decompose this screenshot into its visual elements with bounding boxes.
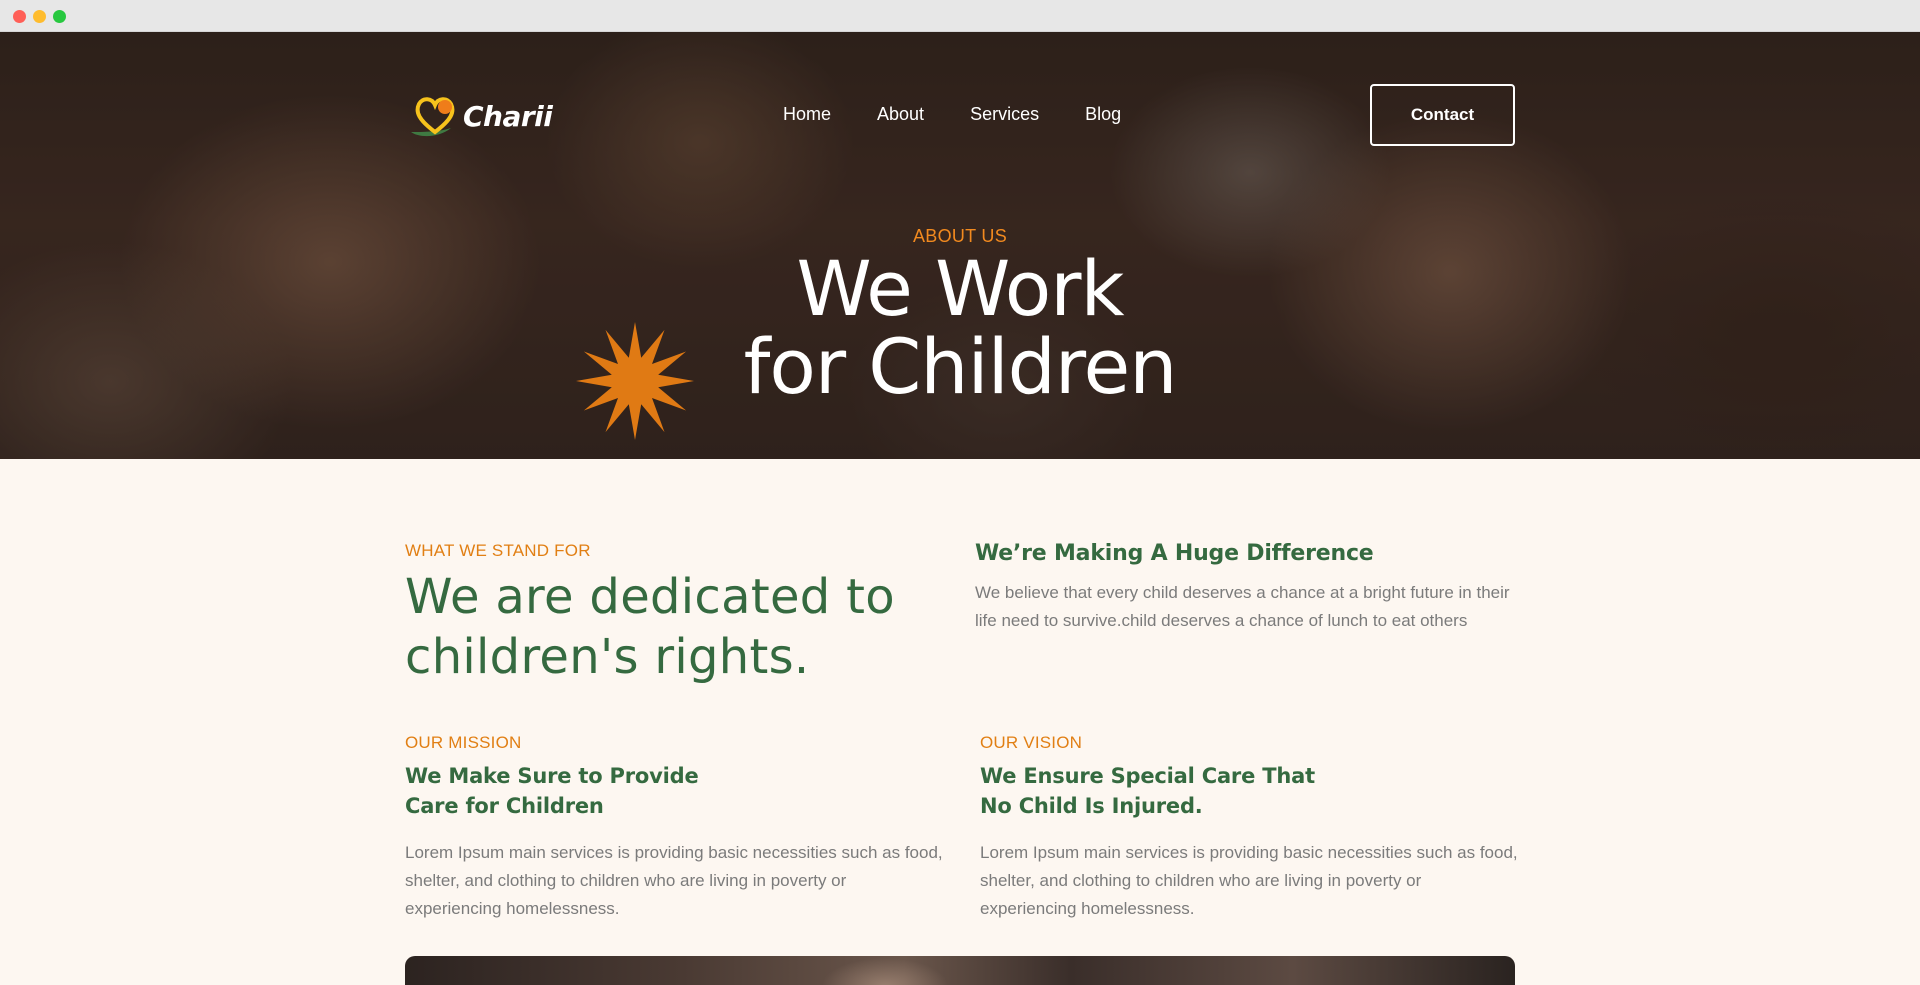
vision-title: We Ensure Special Care That No Child Is … bbox=[980, 761, 1380, 821]
starburst-icon bbox=[574, 320, 696, 442]
vision-title-line1: We Ensure Special Care That bbox=[980, 764, 1315, 788]
mission-title-line1: We Make Sure to Provide bbox=[405, 764, 699, 788]
vision-text: Lorem Ipsum main services is providing b… bbox=[980, 843, 1518, 918]
mission-eyebrow: OUR MISSION bbox=[405, 733, 522, 752]
nav-link-blog[interactable]: Blog bbox=[1085, 104, 1121, 125]
close-window-button[interactable] bbox=[13, 10, 26, 23]
stand-title-line2: children's rights. bbox=[405, 629, 810, 685]
vision-eyebrow: OUR VISION bbox=[980, 733, 1083, 752]
logo-text: Charii bbox=[463, 99, 553, 133]
nav-menu: Home About Services Blog bbox=[783, 104, 1167, 125]
mission-title: We Make Sure to Provide Care for Childre… bbox=[405, 761, 805, 821]
stand-eyebrow: WHAT WE STAND FOR bbox=[405, 541, 591, 560]
stand-title-line1: We are dedicated to bbox=[405, 569, 895, 625]
nav-link-about[interactable]: About bbox=[877, 104, 924, 125]
nav-link-services[interactable]: Services bbox=[970, 104, 1039, 125]
difference-title: We’re Making A Huge Difference bbox=[975, 541, 1374, 566]
nav-link-home[interactable]: Home bbox=[783, 104, 831, 125]
hero-title-line2: for Children bbox=[743, 322, 1178, 411]
mission-text: Lorem Ipsum main services is providing b… bbox=[405, 843, 943, 918]
hero-title-line1: We Work bbox=[796, 244, 1124, 333]
maximize-window-button[interactable] bbox=[53, 10, 66, 23]
contact-button[interactable]: Contact bbox=[1370, 84, 1515, 146]
logo[interactable]: Charii bbox=[405, 92, 553, 140]
main-navigation: Charii Home About Services Blog Contact bbox=[405, 84, 1515, 146]
window-titlebar bbox=[0, 0, 1920, 32]
difference-text: We believe that every child deserves a c… bbox=[975, 583, 1510, 630]
hero-banner: Charii Home About Services Blog Contact … bbox=[0, 32, 1920, 459]
stand-title: We are dedicated to children's rights. bbox=[405, 567, 965, 687]
featured-image bbox=[405, 956, 1515, 985]
mission-title-line2: Care for Children bbox=[405, 794, 604, 818]
minimize-window-button[interactable] bbox=[33, 10, 46, 23]
hero-title: We Work for Children bbox=[0, 250, 1920, 406]
heart-leaf-icon bbox=[405, 92, 467, 140]
vision-title-line2: No Child Is Injured. bbox=[980, 794, 1203, 818]
